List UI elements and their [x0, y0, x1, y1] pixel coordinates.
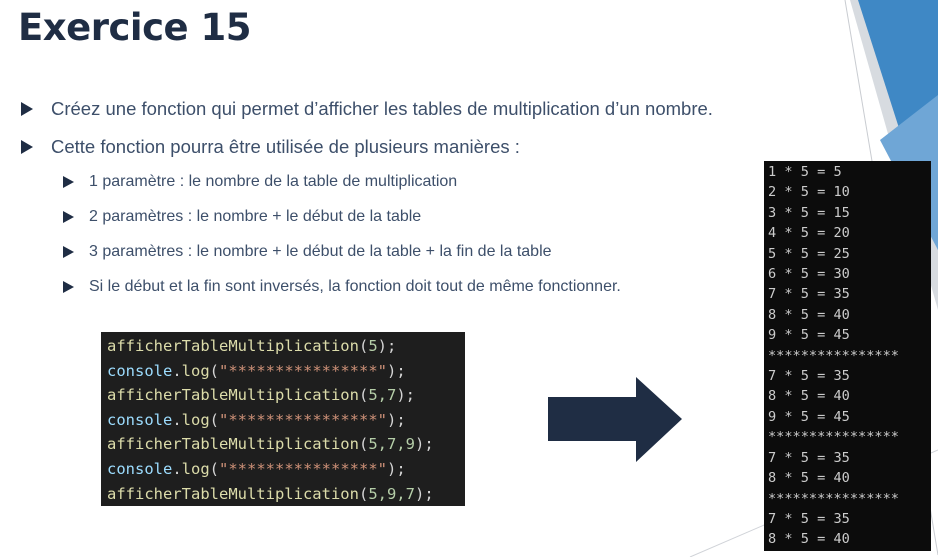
console-line: 7 * 5 = 35 [768, 286, 850, 303]
console-line: 3 * 5 = 15 [768, 204, 850, 221]
code-line: afficherTableMultiplication(5,9,7); [107, 482, 465, 507]
sub-bullet-arrow-icon [63, 281, 74, 293]
code-line: afficherTableMultiplication(5,7); [107, 383, 465, 408]
code-string: "****************" [219, 361, 387, 380]
code-punct: ); [387, 459, 406, 478]
slide-title: Exercice 15 [18, 6, 252, 49]
code-method: log [181, 459, 210, 478]
console-line: 9 * 5 = 45 [768, 408, 850, 425]
code-punct: ( [358, 435, 369, 454]
code-punct: . [172, 410, 182, 429]
code-function-name: afficherTableMultiplication [107, 337, 359, 355]
code-function-name: afficherTableMultiplication [107, 435, 359, 454]
code-string: "****************" [219, 410, 387, 429]
code-snippet: afficherTableMultiplication(5); console.l… [101, 332, 465, 506]
code-punct: ); [377, 337, 397, 355]
code-object: console [107, 459, 173, 478]
code-method: log [181, 361, 210, 380]
code-punct: ( [209, 410, 220, 429]
console-line: 9 * 5 = 45 [768, 327, 850, 344]
console-line: 1 * 5 = 5 [768, 164, 842, 180]
code-function-name: afficherTableMultiplication [107, 386, 359, 405]
code-punct: ( [209, 361, 220, 380]
console-line: 8 * 5 = 40 [768, 306, 850, 323]
right-arrow-icon [548, 377, 682, 462]
bullet-text: Créez une fonction qui permet d’afficher… [51, 98, 713, 119]
code-object: console [107, 361, 173, 380]
console-line: 7 * 5 = 35 [768, 368, 850, 385]
code-args: 5,7 [368, 386, 397, 405]
code-line: console.log("****************"); [107, 408, 465, 433]
code-punct: ); [414, 435, 434, 454]
console-line: 6 * 5 = 30 [768, 266, 850, 283]
sub-bullet-arrow-icon [63, 176, 74, 188]
console-line: 8 * 5 = 40 [768, 470, 850, 487]
code-punct: ( [358, 337, 369, 355]
code-punct: ); [387, 361, 406, 380]
console-line: 7 * 5 = 35 [768, 510, 850, 527]
code-line: afficherTableMultiplication(5,7,9); [107, 432, 465, 457]
console-line: 8 * 5 = 40 [768, 388, 850, 405]
bullet-arrow-icon [21, 102, 33, 116]
console-output: 1 * 5 = 5 2 * 5 = 10 3 * 5 = 15 4 * 5 = 20 5… [764, 161, 931, 551]
console-line: 5 * 5 = 25 [768, 245, 850, 262]
code-punct: ( [358, 484, 369, 503]
code-line: console.log("****************"); [107, 359, 465, 384]
code-punct: . [172, 459, 182, 478]
console-line: **************** [768, 429, 899, 446]
code-args: 5,7,9 [368, 435, 415, 454]
code-args: 5,9,7 [368, 484, 415, 503]
code-punct: ( [358, 386, 369, 405]
code-function-name: afficherTableMultiplication [107, 484, 359, 503]
bullet-text: Cette fonction pourra être utilisée de p… [51, 136, 520, 157]
code-punct: ); [414, 484, 434, 503]
console-line: **************** [768, 490, 899, 507]
code-punct: ); [396, 386, 415, 405]
console-line: **************** [768, 347, 899, 364]
code-punct: ); [387, 410, 406, 429]
console-line: 8 * 5 = 40 [768, 531, 850, 548]
code-method: log [181, 410, 210, 429]
code-punct: ( [209, 459, 220, 478]
sub-bullet-text: 2 paramètres : le nombre + le début de l… [89, 208, 422, 225]
console-line: 2 * 5 = 10 [768, 184, 850, 201]
code-args: 5 [368, 337, 378, 355]
sub-bullet-text: Si le début et la fin sont inversés, la … [89, 278, 621, 295]
code-string: "****************" [219, 459, 387, 478]
code-object: console [107, 410, 173, 429]
console-line: 4 * 5 = 20 [768, 225, 850, 242]
code-line: console.log("****************"); [107, 457, 465, 482]
bullet-arrow-icon [21, 140, 33, 154]
sub-bullet-arrow-icon [63, 246, 74, 258]
sub-bullet-text: 3 paramètres : le nombre + le début de l… [89, 243, 552, 260]
console-line: 7 * 5 = 35 [768, 449, 850, 466]
code-line: afficherTableMultiplication(5); [107, 334, 465, 359]
code-punct: . [172, 361, 182, 380]
sub-bullet-text: 1 paramètre : le nombre de la table de m… [89, 173, 458, 190]
sub-bullet-arrow-icon [63, 211, 74, 223]
